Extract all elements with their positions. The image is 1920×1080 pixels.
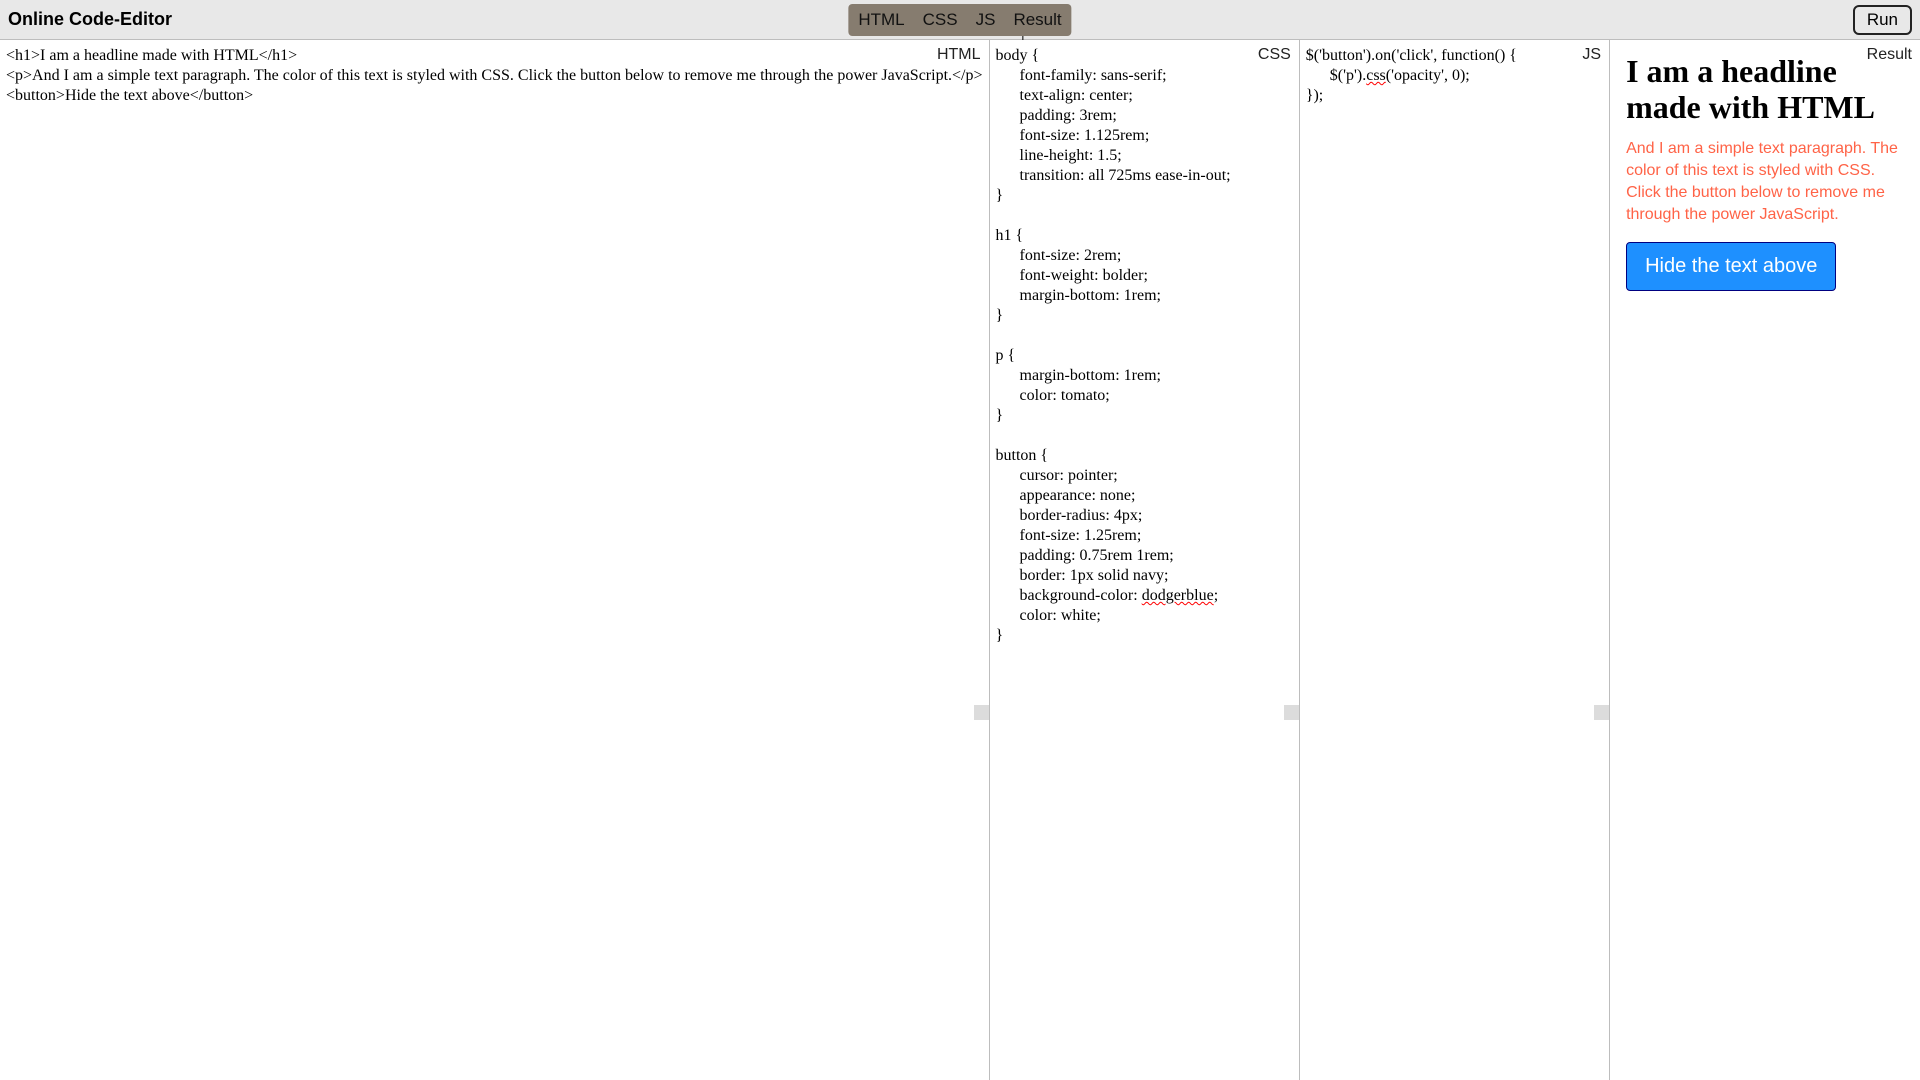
html-editor[interactable]: <h1>I am a headline made with HTML</h1> …: [0, 40, 989, 720]
css-editor[interactable]: body { font-family: sans-serif; text-ali…: [990, 40, 1299, 720]
pane-result: Result I am a headline made with HTML An…: [1610, 40, 1920, 1080]
result-hide-button[interactable]: Hide the text above: [1626, 242, 1836, 291]
result-paragraph: And I am a simple text paragraph. The co…: [1626, 138, 1904, 226]
app-title: Online Code-Editor: [8, 9, 172, 30]
panes-container: HTML <h1>I am a headline made with HTML<…: [0, 40, 1920, 1080]
run-button[interactable]: Run: [1853, 5, 1912, 35]
toggle-html[interactable]: HTML: [854, 6, 908, 34]
pane-css: CSS body { font-family: sans-serif; text…: [990, 40, 1300, 1080]
toggle-result[interactable]: Result: [1009, 6, 1065, 34]
css-code-pre: body { font-family: sans-serif; text-ali…: [996, 47, 1231, 604]
result-headline: I am a headline made with HTML: [1626, 54, 1904, 126]
js-editor[interactable]: $('button').on('click', function() { $('…: [1300, 40, 1609, 720]
toggle-js[interactable]: JS: [972, 6, 1000, 34]
toggle-css[interactable]: CSS: [919, 6, 962, 34]
toolbar: Online Code-Editor HTML CSS JS Result Ru…: [0, 0, 1920, 40]
js-error-underline: css: [1366, 67, 1386, 84]
pane-js: JS $('button').on('click', function() { …: [1300, 40, 1610, 1080]
css-error-underline: dodgerblue: [1142, 587, 1214, 604]
pane-html: HTML <h1>I am a headline made with HTML<…: [0, 40, 990, 1080]
pane-toggles: HTML CSS JS Result: [848, 4, 1071, 36]
result-preview: I am a headline made with HTML And I am …: [1610, 40, 1920, 305]
